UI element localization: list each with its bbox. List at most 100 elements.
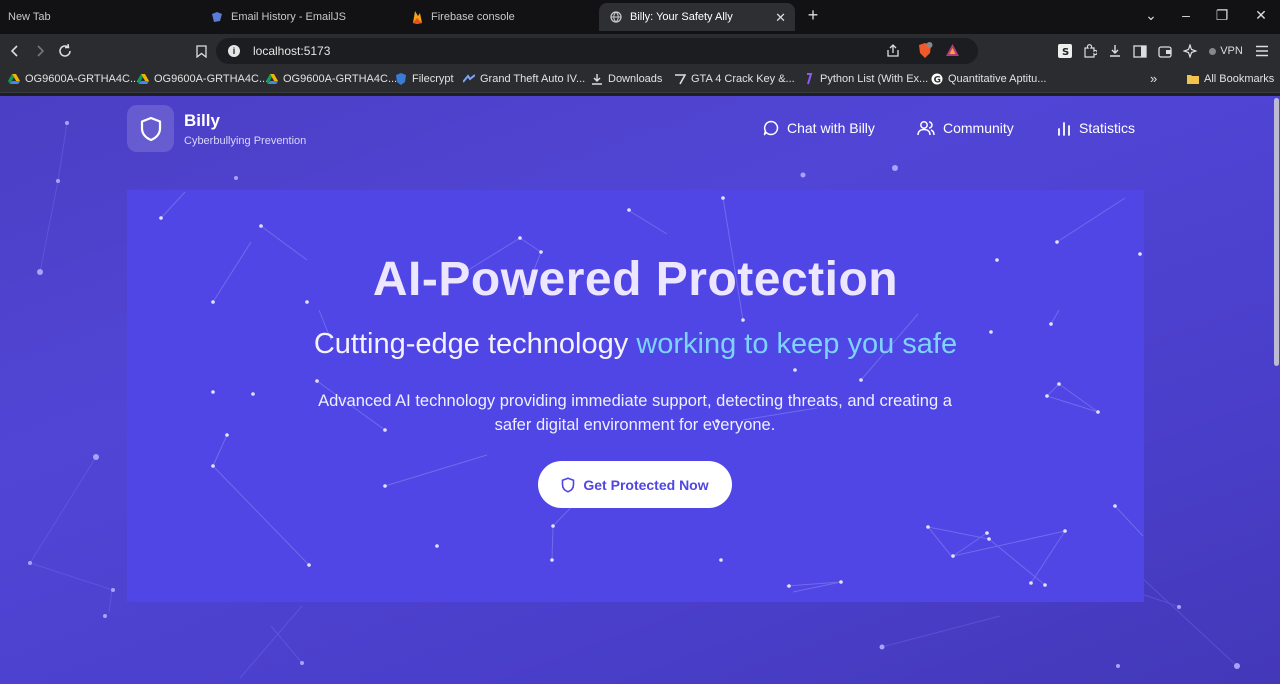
page-scrollbar[interactable]	[1274, 98, 1279, 366]
bookmark-item[interactable]: Filecrypt	[395, 73, 454, 85]
tab-firebase[interactable]: Firebase console	[410, 3, 515, 31]
svg-text:G: G	[934, 76, 941, 86]
brand-logo[interactable]: Billy Cyberbullying Prevention	[127, 105, 306, 152]
nav-chat-with-billy[interactable]: Chat with Billy	[763, 120, 875, 136]
address-url[interactable]: localhost:5173	[253, 44, 330, 58]
forward-arrow-icon	[37, 45, 45, 57]
google-g-icon: G	[931, 73, 943, 85]
new-tab-button[interactable]: +	[803, 5, 823, 26]
hero-title: AI-Powered Protection	[372, 253, 899, 306]
gta-site-icon	[463, 74, 475, 83]
nav-statistics[interactable]: Statistics	[1057, 120, 1135, 136]
vpn-button[interactable]: VPN	[1207, 43, 1245, 59]
nav-community[interactable]: Community	[917, 120, 1014, 136]
python-list-icon	[807, 73, 813, 85]
site-info-icon[interactable]: i	[228, 45, 240, 57]
nav-label: Community	[943, 120, 1014, 136]
brand-name: Billy	[184, 110, 220, 130]
brave-shields-icon[interactable]	[917, 42, 933, 64]
hero-subtitle: Cutting-edge technology working to keep …	[127, 328, 1144, 361]
address-bar[interactable]: i localhost:5173	[216, 38, 978, 64]
google-drive-icon	[8, 74, 20, 84]
hero-section: AI-Powered Protection Cutting-edge techn…	[127, 190, 1144, 602]
bookmark-item[interactable]: G Quantitative Aptitu...	[931, 73, 1046, 85]
all-bookmarks-button[interactable]: All Bookmarks	[1187, 73, 1274, 85]
bookmark-item[interactable]: Grand Theft Auto IV...	[463, 73, 585, 85]
svg-text:S: S	[1062, 47, 1069, 58]
tab-new-tab[interactable]: New Tab	[8, 3, 51, 31]
gta-crack-icon	[675, 74, 686, 85]
web-page: Billy Cyberbullying Prevention Chat with…	[0, 96, 1280, 684]
bookmark-label: Filecrypt	[412, 73, 454, 85]
downloads-icon[interactable]	[1107, 43, 1123, 59]
bookmark-item[interactable]: OG9600A-GRTHA4C...	[137, 73, 268, 85]
nav-label: Statistics	[1079, 120, 1136, 136]
sidebar-icon[interactable]	[1132, 43, 1148, 59]
google-drive-icon	[137, 74, 149, 84]
google-drive-icon	[266, 74, 278, 84]
tab-emailjs[interactable]: Email History - EmailJS	[210, 3, 346, 31]
share-icon[interactable]	[886, 44, 900, 63]
extension-s-icon[interactable]: S	[1057, 43, 1073, 59]
bookmark-label: Grand Theft Auto IV...	[480, 73, 586, 85]
tab-billy[interactable]: Billy: Your Safety Ally ✕	[599, 3, 795, 31]
users-icon	[917, 121, 935, 136]
bar-chart-icon	[1058, 121, 1070, 136]
firebase-icon	[410, 10, 424, 24]
bookmark-item[interactable]: GTA 4 Crack Key &...	[674, 73, 795, 85]
menu-hamburger-icon[interactable]	[1254, 43, 1270, 59]
bookmark-icon	[195, 44, 207, 58]
bookmark-label: OG9600A-GRTHA4C...	[154, 73, 269, 85]
hero-description: Advanced AI technology providing immedia…	[318, 392, 952, 434]
tab-label: New Tab	[8, 11, 51, 23]
bookmark-label: GTA 4 Crack Key &...	[691, 73, 795, 85]
bookmark-button[interactable]	[191, 41, 211, 61]
emailjs-icon	[210, 10, 224, 24]
hero-subtitle-accent: working to keep you safe	[636, 328, 958, 360]
vpn-status-icon	[1209, 47, 1217, 55]
all-bookmarks-label: All Bookmarks	[1204, 73, 1275, 85]
bookmark-label: OG9600A-GRTHA4C...	[25, 73, 140, 85]
restore-button[interactable]: ❐	[1212, 7, 1232, 24]
tab-label: Billy: Your Safety Ally	[630, 11, 733, 23]
bookmark-label: Python List (With Ex...	[820, 73, 929, 85]
browser-tab-bar: New Tab Email History - EmailJS Firebase…	[0, 0, 1280, 34]
bookmarks-overflow-button[interactable]: »	[1150, 71, 1157, 86]
wallet-icon[interactable]	[1157, 43, 1173, 59]
bookmark-item[interactable]: Python List (With Ex...	[803, 73, 928, 85]
download-icon	[592, 74, 602, 85]
back-button[interactable]	[5, 41, 25, 61]
minimize-button[interactable]: –	[1176, 7, 1196, 23]
globe-icon	[609, 10, 623, 24]
reload-button[interactable]	[55, 41, 75, 61]
get-protected-now-button[interactable]: Get Protected Now	[538, 461, 732, 508]
brand-tagline: Cyberbullying Prevention	[184, 134, 307, 147]
filecrypt-icon	[396, 73, 406, 85]
extensions-puzzle-icon[interactable]	[1082, 43, 1098, 59]
overflow-chevron-icon: »	[1150, 71, 1158, 86]
leo-ai-icon[interactable]	[1182, 43, 1198, 59]
forward-button[interactable]	[30, 41, 50, 61]
tab-label: Email History - EmailJS	[231, 11, 346, 23]
bookmark-item[interactable]: OG9600A-GRTHA4C...	[8, 73, 139, 85]
shield-icon	[562, 476, 575, 493]
nav-label: Chat with Billy	[787, 120, 875, 136]
back-arrow-icon	[10, 45, 18, 57]
cta-label: Get Protected Now	[583, 476, 709, 493]
bookmark-item[interactable]: OG9600A-GRTHA4C...	[266, 73, 397, 85]
hero-subtitle-plain: Cutting-edge technology	[313, 328, 637, 360]
reload-icon	[59, 44, 71, 57]
brave-rewards-icon[interactable]	[945, 43, 960, 62]
shield-logo-icon	[127, 105, 174, 152]
bookmark-label: OG9600A-GRTHA4C...	[283, 73, 398, 85]
tab-search-chevron-icon[interactable]: ⌄	[1141, 7, 1161, 24]
close-tab-icon[interactable]: ✕	[775, 10, 786, 26]
bookmark-item[interactable]: Downloads	[591, 73, 662, 85]
bookmarks-bar: OG9600A-GRTHA4C... OG9600A-GRTHA4C... OG…	[0, 67, 1280, 93]
browser-toolbar: i localhost:5173 S VPN	[0, 34, 1280, 67]
bookmark-label: Quantitative Aptitu...	[948, 73, 1047, 85]
bookmark-label: Downloads	[608, 73, 663, 85]
tab-label: Firebase console	[431, 11, 515, 23]
close-window-button[interactable]: ✕	[1251, 7, 1271, 24]
chat-bubble-icon	[763, 120, 779, 136]
